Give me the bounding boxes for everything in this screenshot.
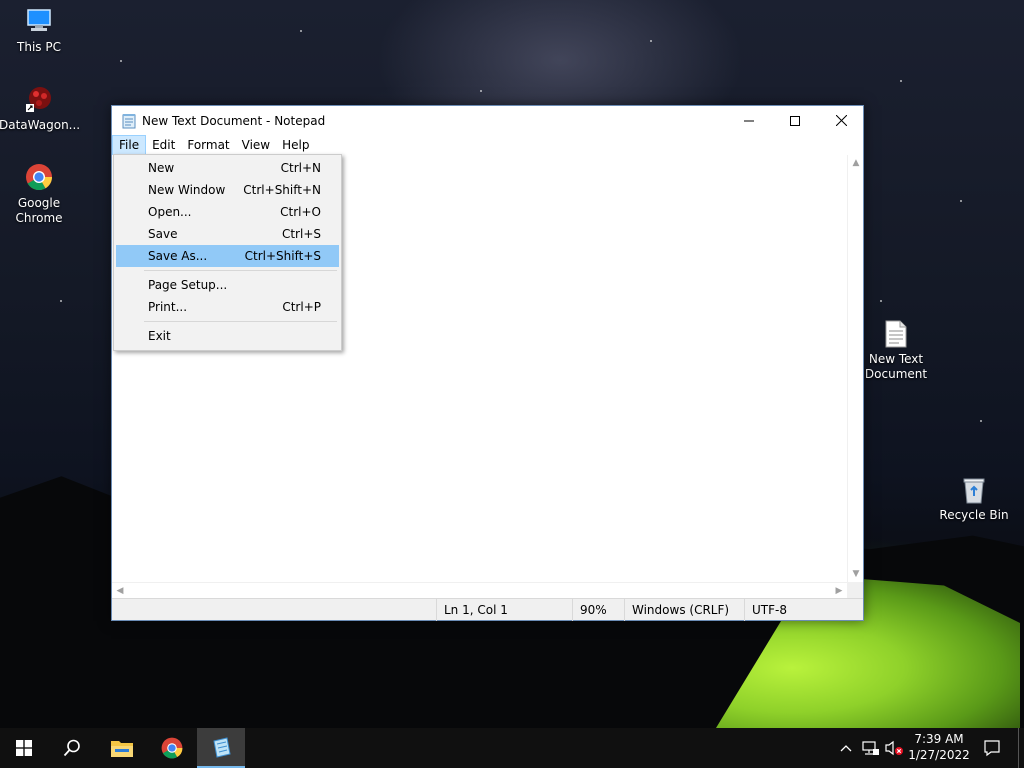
taskbar-notepad[interactable]	[197, 728, 245, 768]
menu-item-label: Print...	[148, 300, 188, 314]
scroll-corner	[847, 582, 863, 598]
menu-item-exit[interactable]: Exit	[116, 325, 339, 347]
show-hidden-icons-button[interactable]	[836, 728, 856, 768]
search-icon	[63, 739, 80, 757]
desktop-icon-this-pc[interactable]: This PC	[0, 6, 79, 55]
notepad-icon	[122, 113, 136, 128]
file-menu-dropdown: New Ctrl+N New Window Ctrl+Shift+N Open.…	[113, 154, 342, 351]
desktop-icon-recycle-bin[interactable]: Recycle Bin	[934, 476, 1014, 523]
minimize-icon	[744, 120, 754, 121]
status-encoding: UTF-8	[744, 599, 847, 621]
status-bar: Ln 1, Col 1 90% Windows (CRLF) UTF-8	[112, 598, 863, 621]
menu-format[interactable]: Format	[181, 135, 235, 155]
menu-item-shortcut: Ctrl+Shift+N	[243, 183, 321, 197]
recycle-bin-icon	[963, 478, 985, 504]
maximize-icon	[790, 115, 800, 126]
desktop-icon-label: New Text Document	[864, 352, 928, 381]
close-button[interactable]	[818, 106, 864, 135]
menu-bar: File Edit Format View Help	[112, 135, 863, 155]
menu-item-label: New Window	[148, 183, 226, 197]
chrome-icon	[26, 164, 53, 191]
taskbar-file-explorer[interactable]	[98, 728, 146, 768]
vertical-scrollbar[interactable]: ▲ ▼	[847, 155, 863, 582]
desktop-icon-label: DataWagon...	[0, 118, 81, 132]
desktop-icon-label: Recycle Bin	[939, 508, 1009, 522]
start-button[interactable]	[0, 728, 48, 768]
menu-item-shortcut: Ctrl+P	[282, 300, 321, 314]
search-button[interactable]	[48, 728, 96, 768]
taskbar-chrome[interactable]	[148, 728, 196, 768]
scroll-right-icon[interactable]: ▶	[831, 583, 847, 599]
clock-time: 7:39 AM	[914, 732, 964, 746]
menu-item-label: New	[148, 161, 175, 175]
desktop-icon-new-text-document[interactable]: New Text Document	[856, 320, 936, 382]
menu-separator	[144, 270, 337, 271]
volume-button[interactable]	[882, 728, 906, 768]
menu-item-shortcut: Ctrl+Shift+S	[244, 249, 321, 263]
menu-view[interactable]: View	[236, 135, 276, 155]
maximize-button[interactable]	[772, 106, 818, 135]
menu-item-page-setup[interactable]: Page Setup...	[116, 274, 339, 296]
horizontal-scrollbar[interactable]: ◀ ▶	[112, 582, 847, 598]
clock-date: 1/27/2022	[908, 748, 970, 762]
this-pc-icon	[27, 9, 51, 31]
scroll-up-icon[interactable]: ▲	[848, 155, 864, 171]
menu-item-print[interactable]: Print... Ctrl+P	[116, 296, 339, 318]
show-desktop-divider	[1018, 728, 1019, 768]
close-icon	[835, 115, 847, 126]
desktop-icon-label: This PC	[17, 40, 61, 54]
menu-separator	[144, 321, 337, 322]
network-icon	[862, 741, 879, 755]
menu-edit[interactable]: Edit	[146, 135, 181, 155]
status-line-ending: Windows (CRLF)	[624, 599, 744, 621]
menu-item-label: Open...	[148, 205, 192, 219]
desktop-icon-datawagon[interactable]: DataWagon...	[0, 84, 81, 133]
folder-icon	[111, 741, 133, 757]
menu-file[interactable]: File	[112, 135, 147, 155]
menu-item-label: Save	[148, 227, 178, 241]
notepad-icon	[213, 737, 231, 758]
chevron-up-icon	[840, 745, 852, 752]
scroll-left-icon[interactable]: ◀	[112, 583, 128, 599]
taskbar-clock[interactable]: 7:39 AM 1/27/2022	[906, 731, 972, 763]
minimize-button[interactable]	[726, 106, 772, 135]
menu-item-shortcut: Ctrl+O	[280, 205, 321, 219]
menu-item-label: Exit	[148, 329, 171, 343]
text-document-icon	[885, 320, 907, 348]
menu-item-new[interactable]: New Ctrl+N	[116, 157, 339, 179]
status-cursor-position: Ln 1, Col 1	[436, 599, 572, 621]
windows-logo-icon	[16, 740, 32, 756]
taskbar: 7:39 AM 1/27/2022	[0, 728, 1024, 768]
menu-item-shortcut: Ctrl+S	[281, 227, 321, 241]
volume-muted-icon	[885, 740, 903, 756]
desktop-icon-google-chrome[interactable]: Google Chrome	[0, 162, 79, 226]
scroll-down-icon[interactable]: ▼	[848, 566, 864, 582]
menu-item-label: Page Setup...	[148, 278, 228, 292]
menu-item-save[interactable]: Save Ctrl+S	[116, 223, 339, 245]
menu-item-new-window[interactable]: New Window Ctrl+Shift+N	[116, 179, 339, 201]
menu-item-open[interactable]: Open... Ctrl+O	[116, 201, 339, 223]
network-button[interactable]	[858, 728, 882, 768]
menu-item-label: Save As...	[148, 249, 208, 263]
chrome-icon	[161, 737, 183, 759]
datawagon-icon	[26, 87, 51, 112]
desktop-icon-label: Google Chrome	[15, 196, 63, 225]
menu-item-shortcut: Ctrl+N	[280, 161, 321, 175]
title-bar[interactable]: New Text Document - Notepad	[112, 106, 863, 135]
menu-item-save-as[interactable]: Save As... Ctrl+Shift+S	[116, 245, 339, 267]
status-zoom: 90%	[572, 599, 624, 621]
notification-icon	[984, 740, 1000, 757]
menu-help[interactable]: Help	[276, 135, 315, 155]
window-title: New Text Document - Notepad	[142, 113, 326, 128]
action-center-button[interactable]	[972, 728, 1012, 768]
